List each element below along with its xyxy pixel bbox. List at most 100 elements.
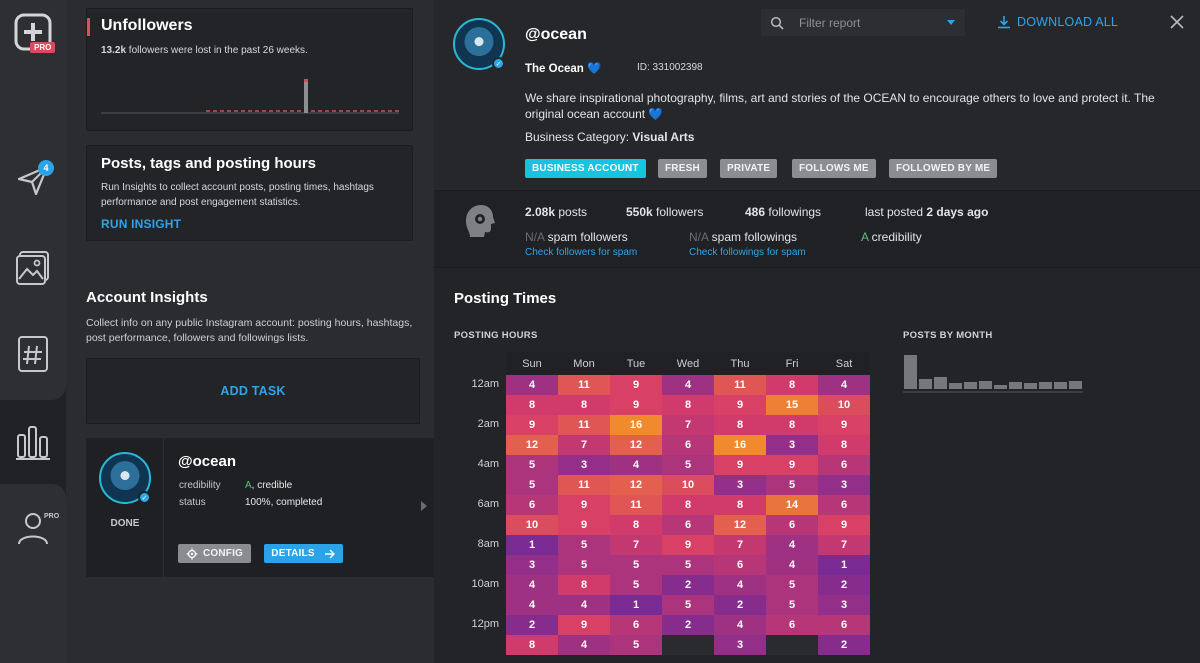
heatmap-day-wed: Wed [676,358,700,370]
check-followers-link[interactable]: Check followers for spam [525,247,637,258]
heatmap-cell: 5 [766,575,818,595]
heatmap-cell: 5 [610,635,662,655]
caret-down-icon[interactable] [947,20,955,25]
heatmap-row: 2962466 [506,615,870,635]
heatmap-cell: 9 [714,395,766,415]
heatmap-cell: 6 [662,435,714,455]
task-item[interactable]: ✓ DONE @ocean credibility A, credible st… [86,438,434,577]
heatmap-cell: 2 [818,575,870,595]
profile-pro-label: PRO [44,513,60,520]
unfollowers-title: Unfollowers [101,17,193,34]
heatmap-cell: 4 [610,455,662,475]
stat-credibility-label: credibility [868,230,922,244]
stat-spam-followers-value: N/A [525,230,545,244]
profile-avatar: ✓ [453,18,505,70]
check-followings-link[interactable]: Check followings for spam [689,247,806,258]
heatmap-day-sat: Sat [835,358,853,370]
heatmap-cell: 8 [506,635,558,655]
heatmap-cell: 3 [714,635,766,655]
heatmap-cell: 9 [610,375,662,395]
posts-tags-card: Posts, tags and posting hours Run Insigh… [86,145,413,241]
heatmap-cell: 11 [714,375,766,395]
run-insight-link[interactable]: RUN INSIGHT [101,217,181,231]
posts-by-month-title: POSTS BY MONTH [903,330,993,341]
heatmap-cell: 8 [558,575,610,595]
stat-spam-followers-label: spam followers [544,230,628,244]
heatmap-row: 5 11 12 10 3 5 3 [506,475,870,495]
filter-report-field[interactable]: Filter report [761,9,965,36]
image-icon[interactable] [13,247,53,287]
add-task-button[interactable]: ADD TASK [86,358,420,424]
heatmap-row: 4852452 [506,575,870,595]
heatmap-cell: 8 [714,415,766,435]
profile-header: ✓ @ocean The Ocean 💙 ID: 331002398 We sh… [434,0,1200,190]
profile-bio: We share inspirational photography, film… [525,91,1155,121]
download-all-button[interactable]: DOWNLOAD ALL [997,15,1118,29]
chart-bars-icon[interactable] [13,422,53,462]
posting-hours-heatmap: 4 11 9 4 11 8 4 8 8 9 8 9 15 10 9 11 16 7 8 8 9 12 7 12 6 16 3 8 5 3 4… [506,375,870,655]
heatmap-cell: 4 [714,575,766,595]
heatmap-cell: 5 [766,475,818,495]
heatmap-cell: 1 [818,555,870,575]
pro-badge: PRO [30,42,56,53]
heatmap-cell: 7 [818,535,870,555]
heatmap-cell: 6 [714,555,766,575]
stat-last-posted-value: 2 days ago [926,205,989,219]
config-button[interactable]: CONFIG [178,544,251,563]
download-icon [998,16,1010,29]
heart-emoji: 💙 [587,63,602,75]
notification-count-badge: 4 [38,160,54,176]
heatmap-row: 5345996 [506,455,870,475]
heatmap-cell: 6 [610,615,662,635]
hashtag-icon[interactable] [13,334,53,374]
heatmap-cell: 4 [506,375,558,395]
heatmap-cell: 4 [506,595,558,615]
heatmap-day-mon: Mon [573,358,595,370]
heatmap-cell: 11 [558,475,610,495]
heatmap-cell: 5 [662,455,714,475]
unfollowers-card[interactable]: Unfollowers 13.2k followers were lost in… [86,8,413,131]
unfollowers-count: 13.2k [101,45,127,56]
heatmap-cell: 3 [714,475,766,495]
heatmap-cell: 5 [766,595,818,615]
stat-followings-label: followings [765,205,822,219]
stat-spam-followings: N/A spam followings [689,230,797,244]
verified-icon: ✓ [492,57,505,70]
stat-spam-followings-value: N/A [689,230,709,244]
heatmap-cell: 2 [714,595,766,615]
report-panel: ✓ @ocean The Ocean 💙 ID: 331002398 We sh… [434,0,1200,663]
heatmap-cell: 4 [662,375,714,395]
heatmap-cell: 16 [714,435,766,455]
heatmap-cell: 10 [662,475,714,495]
heatmap-row: 1579747 [506,535,870,555]
heatmap-hour-12am: 12am [471,378,499,390]
heatmap-cell: 5 [610,575,662,595]
heatmap-cell: 5 [662,555,714,575]
heatmap-cell: 12 [714,515,766,535]
heatmap-cell: 8 [714,495,766,515]
heatmap-cell: 4 [818,375,870,395]
heatmap-cell: 9 [506,415,558,435]
heatmap-cell: 4 [506,575,558,595]
details-button[interactable]: DETAILS [264,544,343,563]
account-insights-desc: Collect info on any public Instagram acc… [86,317,413,344]
heatmap-row: 4415253 [506,595,870,615]
heatmap-cell: 6 [506,495,558,515]
heatmap-cell: 5 [506,455,558,475]
task-credibility-value: A, credible [245,480,292,491]
heatmap-day-tue: Tue [626,358,646,370]
heatmap-cell: 9 [714,455,766,475]
posting-hours-title: POSTING HOURS [454,330,538,341]
chevron-right-icon[interactable] [420,500,428,512]
stat-followings: 486 followings [745,205,821,219]
filter-report-input[interactable]: Filter report [799,16,860,30]
head-silhouette-icon [466,205,495,237]
close-icon[interactable] [1170,15,1184,29]
heatmap-row: 3555641 [506,555,870,575]
unfollowers-text: followers were lost in the past 26 weeks… [126,45,308,56]
heatmap-row: 9 11 16 7 8 8 9 [506,415,870,435]
heatmap-hour-8am: 8am [477,538,499,550]
heatmap-cell: 9 [558,515,610,535]
heatmap-row: 4 11 9 4 11 8 4 [506,375,870,395]
heatmap-row: 10 9 8 6 12 6 9 [506,515,870,535]
